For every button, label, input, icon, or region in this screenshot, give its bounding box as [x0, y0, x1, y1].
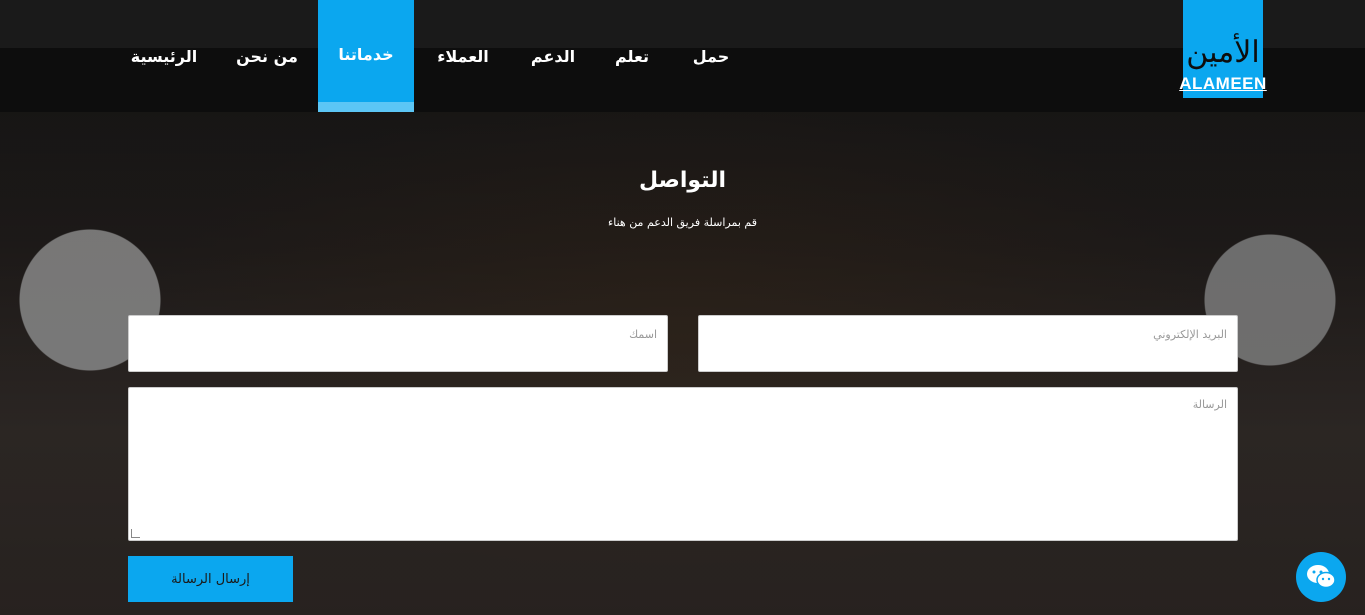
nav-item-services[interactable]: خدماتنا [318, 0, 414, 112]
nav-item-services-label: خدماتنا [338, 44, 394, 64]
message-field[interactable]: الرسالة [128, 387, 1238, 541]
main-nav: حمل تعلم الدعم العملاء خدماتنا من نحن ال… [0, 0, 1365, 112]
message-placeholder: الرسالة [1192, 398, 1227, 411]
submit-button[interactable]: إرسال الرسالة [128, 556, 293, 602]
nav-item-download[interactable]: حمل [680, 0, 742, 112]
nav-item-home[interactable]: الرئيسية [126, 0, 202, 112]
name-placeholder: اسمك [629, 328, 657, 341]
resize-handle[interactable] [131, 529, 140, 538]
page-subtitle: قم بمراسلة فريق الدعم من هناء [608, 216, 757, 229]
site-logo[interactable]: الأمين ALAMEEN [1179, 0, 1266, 98]
logo-arabic-text: الأمين [1186, 35, 1260, 70]
page-title: التواصل [638, 168, 726, 193]
nav-item-about[interactable]: من نحن [230, 0, 304, 112]
chat-bubbles-icon[interactable] [1296, 552, 1346, 602]
nav-item-learn[interactable]: تعلم [602, 0, 662, 112]
nav-item-clients[interactable]: العملاء [426, 0, 500, 112]
email-placeholder: البريد الإلكتروني [1153, 328, 1227, 341]
logo-english-text: ALAMEEN [1179, 74, 1267, 93]
email-field[interactable]: البريد الإلكتروني [698, 315, 1238, 372]
chat-glyph-icon [1307, 565, 1336, 589]
nav-item-support[interactable]: الدعم [520, 0, 586, 112]
name-field[interactable]: اسمك [128, 315, 668, 372]
